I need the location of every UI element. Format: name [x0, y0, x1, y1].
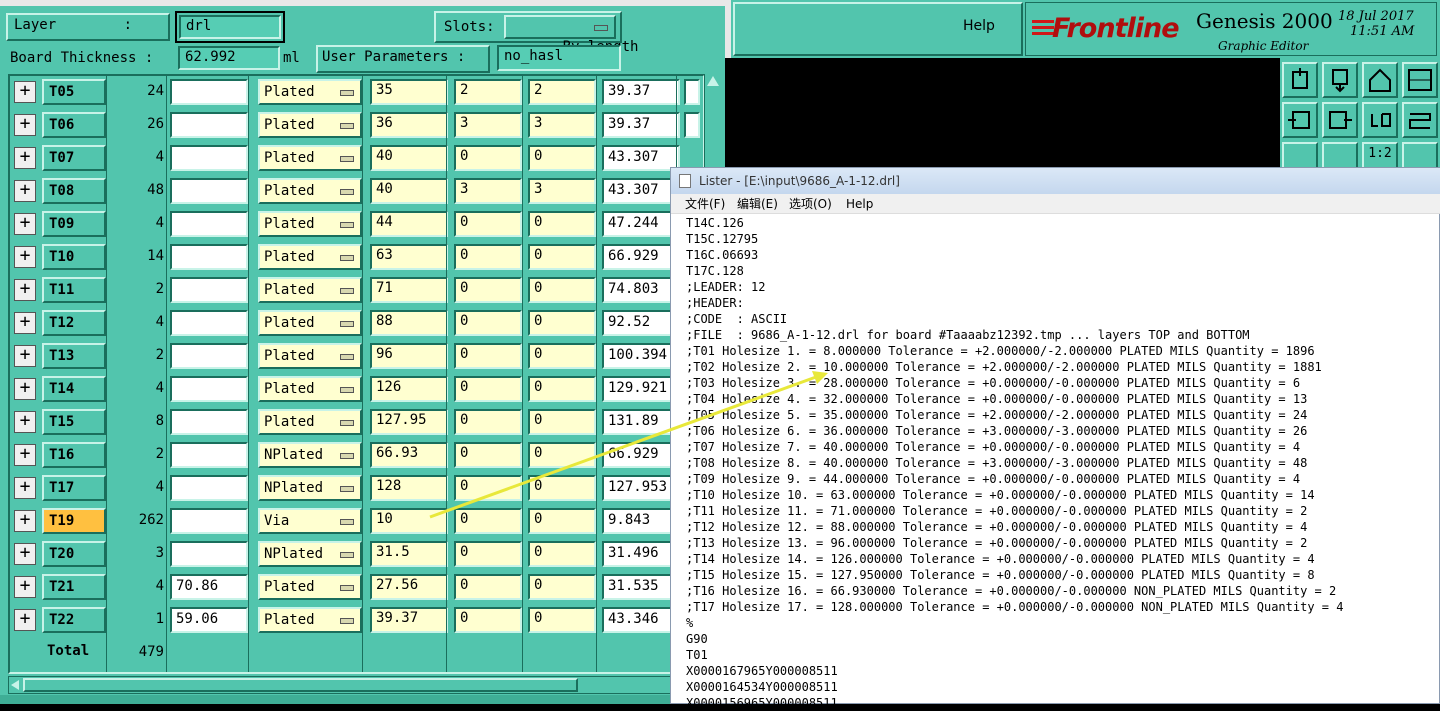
annotation-arrow-line — [429, 375, 817, 519]
annotation-arrow-layer — [429, 371, 828, 519]
